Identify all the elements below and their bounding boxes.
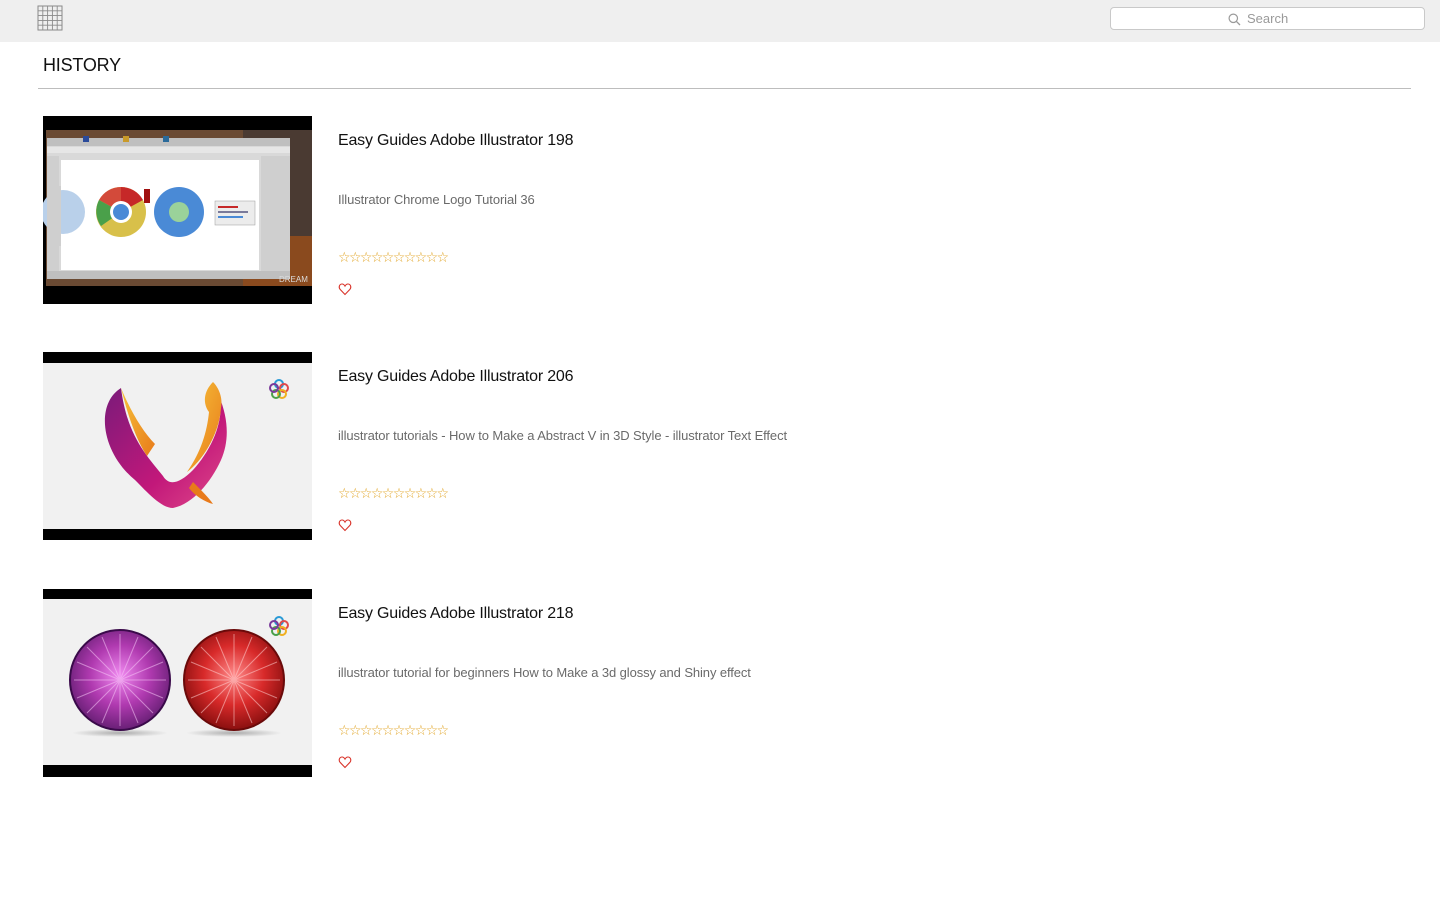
- item-title[interactable]: Easy Guides Adobe Illustrator 218: [338, 605, 574, 623]
- history-item: Easy Guides Adobe Illustrator 206 illust…: [43, 352, 1413, 542]
- heart-outline-icon[interactable]: [338, 755, 352, 769]
- star-rating[interactable]: ☆☆☆☆☆☆☆☆☆☆: [338, 722, 449, 739]
- search-field[interactable]: [1110, 7, 1425, 30]
- star-rating[interactable]: ☆☆☆☆☆☆☆☆☆☆: [338, 485, 449, 502]
- item-title[interactable]: Easy Guides Adobe Illustrator 206: [338, 368, 574, 386]
- item-description: illustrator tutorials - How to Make a Ab…: [338, 428, 787, 443]
- item-description: illustrator tutorial for beginners How t…: [338, 665, 751, 680]
- video-thumbnail[interactable]: [43, 352, 312, 540]
- page-title: HISTORY: [43, 55, 121, 75]
- search-input[interactable]: [1111, 8, 1424, 29]
- toolbar: [0, 0, 1440, 42]
- header-divider: [38, 88, 1411, 89]
- history-item: DREAM Easy Guides Adobe Illustrator 198 …: [43, 116, 1413, 306]
- svg-text:DREAM: DREAM: [279, 275, 308, 284]
- video-thumbnail[interactable]: DREAM: [43, 116, 312, 304]
- star-rating[interactable]: ☆☆☆☆☆☆☆☆☆☆: [338, 249, 449, 266]
- item-description: Illustrator Chrome Logo Tutorial 36: [338, 192, 535, 207]
- grid-view-icon[interactable]: [37, 5, 63, 31]
- heart-outline-icon[interactable]: [338, 282, 352, 296]
- item-title[interactable]: Easy Guides Adobe Illustrator 198: [338, 132, 574, 150]
- history-item: Easy Guides Adobe Illustrator 218 illust…: [43, 589, 1413, 779]
- heart-outline-icon[interactable]: [338, 518, 352, 532]
- video-thumbnail[interactable]: [43, 589, 312, 777]
